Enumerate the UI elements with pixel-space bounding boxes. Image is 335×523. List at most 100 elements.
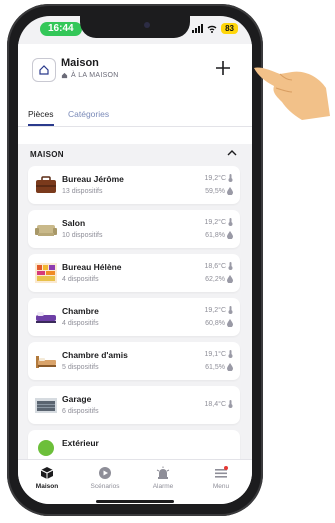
tab-pieces[interactable]: Pièces xyxy=(28,109,54,119)
thermometer-icon xyxy=(228,218,233,226)
app-screen: 16:44 83 Maison À LA MAISON Pièces Catég… xyxy=(18,16,252,504)
room-temperature: 19,2°C xyxy=(205,174,233,182)
alarm-icon xyxy=(156,466,170,479)
drop-icon xyxy=(227,231,233,239)
humidity-value: 60,8% xyxy=(205,319,225,327)
small-house-icon xyxy=(61,72,68,79)
room-temperature: 18,6°C xyxy=(205,262,233,270)
temperature-value: 19,1°C xyxy=(204,350,226,358)
room-name: Chambre xyxy=(62,306,99,316)
room-device-count: 13 dispositifs xyxy=(62,188,103,195)
bed-icon xyxy=(36,312,56,323)
section-title: MAISON xyxy=(30,150,64,159)
app-header: Maison À LA MAISON Pièces Catégories xyxy=(18,44,252,144)
drop-icon xyxy=(227,319,233,327)
room-name: Garage xyxy=(62,394,92,404)
humidity-value: 61,5% xyxy=(205,363,225,371)
nav-menu[interactable]: Menu xyxy=(192,466,250,490)
nav-label: Alarme xyxy=(152,483,174,490)
drop-icon xyxy=(227,187,233,195)
room-card[interactable]: Bureau Jérôme 13 dispositifs 19,2°C 59,5… xyxy=(28,166,240,204)
nav-label: Maison xyxy=(35,483,59,490)
home-switch-button[interactable] xyxy=(32,58,56,82)
room-humidity: 59,5% xyxy=(205,187,233,195)
nav-alarme[interactable]: Alarme xyxy=(134,466,192,490)
thermometer-icon xyxy=(228,306,233,314)
page-title: Maison xyxy=(61,57,99,69)
chevron-up-icon xyxy=(227,150,237,156)
temperature-value: 19,2°C xyxy=(204,306,226,314)
nav-scenarios[interactable]: Scénarios xyxy=(76,466,134,490)
room-temperature: 18,4°C xyxy=(205,400,233,408)
section-header[interactable]: MAISON xyxy=(18,144,252,164)
room-temperature: 19,2°C xyxy=(205,218,233,226)
room-card[interactable]: Chambre d'amis 5 dispositifs 19,1°C 61,5… xyxy=(28,342,240,380)
thermometer-icon xyxy=(228,350,233,358)
house-icon xyxy=(39,65,49,75)
temperature-value: 18,6°C xyxy=(204,262,226,270)
phone-notch xyxy=(80,16,190,38)
garage-icon xyxy=(35,398,57,413)
notification-badge xyxy=(224,466,228,470)
room-humidity: 61,5% xyxy=(205,363,233,371)
room-device-count: 6 dispositifs xyxy=(62,408,99,415)
nav-label: Scénarios xyxy=(90,483,120,490)
room-device-count: 4 dispositifs xyxy=(62,320,99,327)
nav-maison[interactable]: Maison xyxy=(18,466,76,490)
status-indicators: 83 xyxy=(192,23,238,34)
room-name: Salon xyxy=(62,218,86,228)
humidity-value: 61,8% xyxy=(205,231,225,239)
room-name: Bureau Jérôme xyxy=(62,174,124,184)
room-humidity: 60,8% xyxy=(205,319,233,327)
room-name: Bureau Hélène xyxy=(62,262,122,272)
add-button[interactable] xyxy=(212,57,234,79)
thermometer-icon xyxy=(228,400,233,408)
home-indicator xyxy=(96,500,174,503)
temperature-value: 19,2°C xyxy=(204,174,226,182)
room-device-count: 5 dispositifs xyxy=(62,364,99,371)
phone-frame: 16:44 83 Maison À LA MAISON Pièces Catég… xyxy=(7,4,263,516)
sofa-icon xyxy=(35,225,57,236)
tab-bar: Pièces Catégories xyxy=(18,102,252,127)
humidity-value: 59,5% xyxy=(205,187,225,195)
room-card[interactable]: Garage 6 dispositifs 18,4°C xyxy=(28,386,240,424)
temperature-value: 18,4°C xyxy=(204,400,226,408)
home-cube-icon xyxy=(40,467,54,479)
room-device-count: 4 dispositifs xyxy=(62,276,99,283)
status-time: 16:44 xyxy=(40,22,82,36)
menu-icon xyxy=(215,466,228,478)
temperature-value: 19,2°C xyxy=(204,218,226,226)
tree-icon xyxy=(38,440,54,456)
room-temperature: 19,2°C xyxy=(205,306,233,314)
signal-icon xyxy=(192,24,204,33)
thermometer-icon xyxy=(228,174,233,182)
presence-status: À LA MAISON xyxy=(61,72,119,79)
room-card[interactable]: Bureau Hélène 4 dispositifs 18,6°C 62,2% xyxy=(28,254,240,292)
active-tab-indicator xyxy=(28,124,54,126)
room-name: Extérieur xyxy=(62,438,99,448)
art-print-icon xyxy=(35,263,57,283)
play-icon xyxy=(99,467,111,479)
room-name: Chambre d'amis xyxy=(62,350,128,360)
room-device-count: 10 dispositifs xyxy=(62,232,103,239)
pointing-hand-icon xyxy=(254,67,330,120)
room-card[interactable]: Salon 10 dispositifs 19,2°C 61,8% xyxy=(28,210,240,248)
wifi-icon xyxy=(207,25,217,33)
room-humidity: 62,2% xyxy=(205,275,233,283)
briefcase-icon xyxy=(36,176,56,193)
drop-icon xyxy=(227,363,233,371)
drop-icon xyxy=(227,275,233,283)
battery-indicator: 83 xyxy=(221,23,238,34)
thermometer-icon xyxy=(228,262,233,270)
room-temperature: 19,1°C xyxy=(205,350,233,358)
guest-bed-icon xyxy=(36,356,56,368)
room-humidity: 61,8% xyxy=(205,231,233,239)
tab-categories[interactable]: Catégories xyxy=(68,109,109,119)
nav-label: Menu xyxy=(212,483,230,490)
camera-icon xyxy=(144,22,150,28)
bottom-navigation: Maison Scénarios Alarme Menu xyxy=(18,459,252,504)
plus-icon xyxy=(216,61,230,75)
humidity-value: 62,2% xyxy=(205,275,225,283)
presence-status-label: À LA MAISON xyxy=(71,72,119,79)
room-card[interactable]: Chambre 4 dispositifs 19,2°C 60,8% xyxy=(28,298,240,336)
